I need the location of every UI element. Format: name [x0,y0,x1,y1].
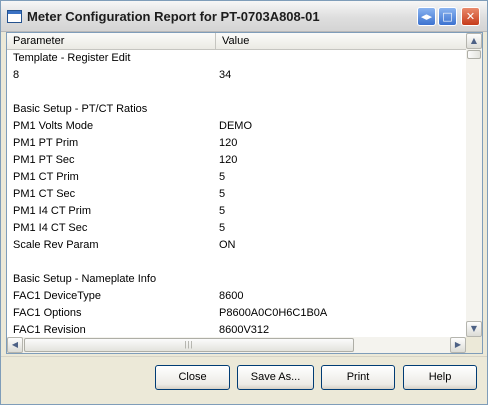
scroll-down-arrow-icon: ▼ [470,324,478,333]
table-row[interactable]: PM1 PT Prim 120 [7,135,466,152]
table-row[interactable] [7,84,466,101]
table-row[interactable]: 8 34 [7,67,466,84]
row-parameter: Basic Setup - Nameplate Info [13,273,157,285]
row-value: 8600V312 [219,324,270,336]
window-title: Meter Configuration Report for PT-0703A8… [27,9,320,24]
list-rows: Template - Register Edit 8 34 Basic Setup -… [7,50,466,338]
row-parameter: 8 [13,69,20,81]
row-parameter: Template - Register Edit [13,52,131,64]
row-value: 5 [219,222,226,234]
row-value: 5 [219,188,226,200]
row-value: DEMO [219,120,252,132]
table-row[interactable]: FAC1 Revision 8600V312 [7,322,466,338]
table-row[interactable]: PM1 CT Prim 5 [7,169,466,186]
help-icon: ◂▸ [420,10,433,23]
list-header: Parameter Value [7,33,466,50]
row-parameter: Basic Setup - PT/CT Ratios [13,103,148,115]
row-parameter: FAC1 Revision [13,324,86,336]
scroll-left-arrow-icon: ◀ [11,340,19,349]
row-value: 5 [219,171,226,183]
scroll-left-button[interactable]: ◀ [7,337,23,353]
scroll-down-button[interactable]: ▼ [466,321,482,337]
row-value: 5 [219,205,226,217]
row-parameter: PM1 CT Sec [13,188,76,200]
scroll-up-arrow-icon: ▲ [470,36,478,45]
vertical-scroll-thumb[interactable] [467,50,481,59]
row-parameter: FAC1 Options [13,307,82,319]
row-value: 34 [219,69,232,81]
meter-config-report-window: Meter Configuration Report for PT-0703A8… [0,0,488,405]
window-app-icon [7,10,22,23]
close-window-button[interactable]: ✕ [461,7,480,26]
row-parameter: PM1 CT Prim [13,171,79,183]
table-row[interactable]: PM1 I4 CT Prim 5 [7,203,466,220]
maximize-button[interactable]: □ [438,7,457,26]
table-row[interactable]: PM1 Volts Mode DEMO [7,118,466,135]
row-parameter: PM1 Volts Mode [13,120,94,132]
scrollbar-corner [466,337,482,353]
row-value: 8600 [219,290,244,302]
scroll-up-button[interactable]: ▲ [466,33,482,49]
table-row[interactable]: Scale Rev Param ON [7,237,466,254]
row-parameter: PM1 PT Sec [13,154,75,166]
vertical-scrollbar[interactable]: ▲ ▼ [466,33,482,337]
column-header-value[interactable]: Value [216,33,466,50]
row-parameter: PM1 I4 CT Sec [13,222,88,234]
close-button[interactable]: Close [155,365,230,390]
row-parameter: FAC1 DeviceType [13,290,102,302]
save-as-button[interactable]: Save As... [237,365,314,390]
table-row[interactable]: PM1 CT Sec 5 [7,186,466,203]
report-list-view[interactable]: Parameter Value Template - Register Edit… [6,32,483,354]
print-button[interactable]: Print [321,365,395,390]
title-bar[interactable]: Meter Configuration Report for PT-0703A8… [1,1,487,32]
horizontal-scroll-thumb[interactable]: ||| [24,338,354,352]
row-parameter: Scale Rev Param [13,239,99,251]
divider [1,356,487,357]
scroll-right-arrow-icon: ▶ [454,340,462,349]
table-row[interactable]: Basic Setup - PT/CT Ratios [7,101,466,118]
table-row[interactable]: Template - Register Edit [7,50,466,67]
row-value: 120 [219,137,238,149]
help-button[interactable]: Help [403,365,477,390]
scroll-right-button[interactable]: ▶ [450,337,466,353]
table-row[interactable]: Basic Setup - Nameplate Info [7,271,466,288]
table-row[interactable]: FAC1 Options P8600A0C0H6C1B0A [7,305,466,322]
row-parameter: PM1 PT Prim [13,137,79,149]
horizontal-scrollbar[interactable]: ◀ ||| ▶ [7,337,466,353]
table-row[interactable]: PM1 I4 CT Sec 5 [7,220,466,237]
close-icon: ✕ [465,10,476,23]
maximize-icon: □ [442,10,453,23]
table-row[interactable]: FAC1 DeviceType 8600 [7,288,466,305]
row-value: P8600A0C0H6C1B0A [219,307,328,319]
row-parameter: PM1 I4 CT Prim [13,205,92,217]
table-row[interactable]: PM1 PT Sec 120 [7,152,466,169]
row-value: 120 [219,154,238,166]
grip-icon: ||| [184,340,194,349]
column-header-parameter[interactable]: Parameter [7,33,216,50]
help-titlebar-button[interactable]: ◂▸ [417,7,436,26]
table-row[interactable] [7,254,466,271]
row-value: ON [219,239,236,251]
